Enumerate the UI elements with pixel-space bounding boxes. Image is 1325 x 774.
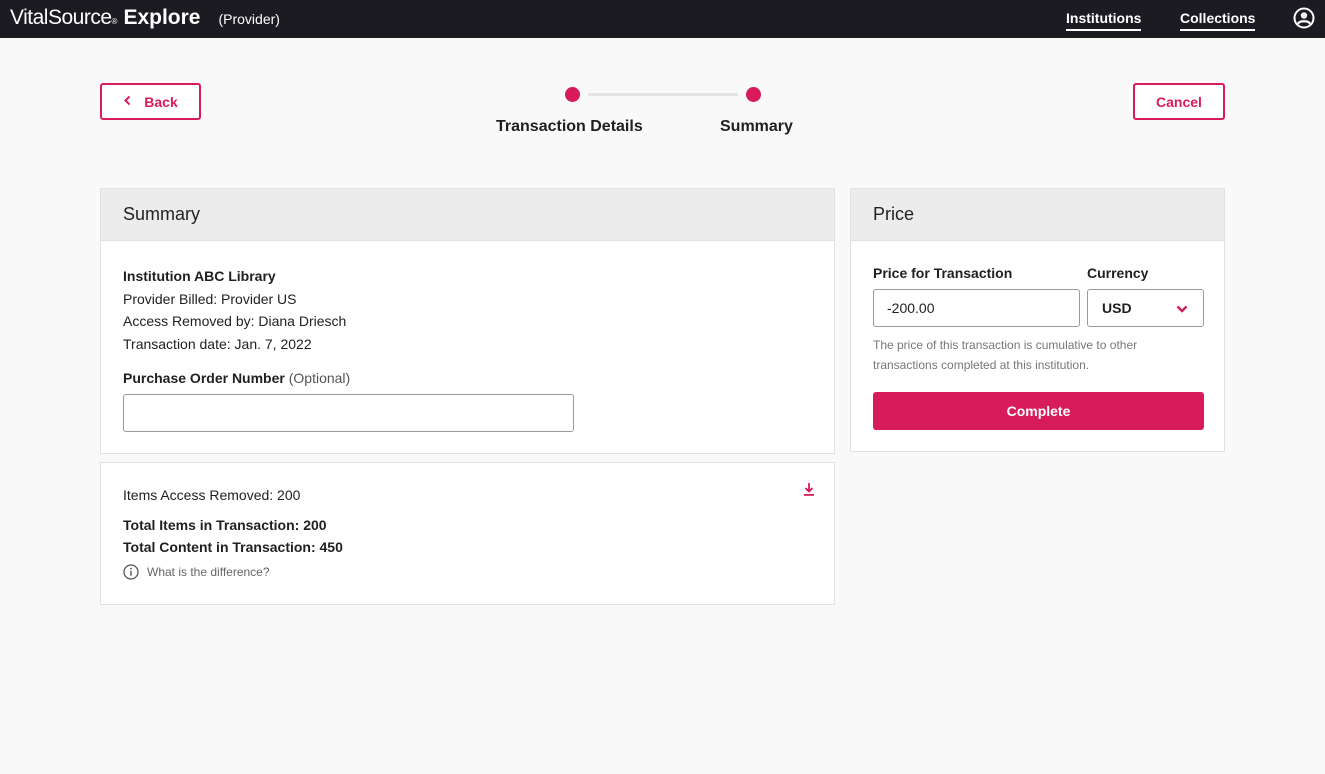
purchase-order-label-text: Purchase Order Number — [123, 370, 285, 386]
purchase-order-input[interactable] — [123, 394, 574, 432]
info-icon — [123, 564, 139, 580]
step-summary-label: Summary — [720, 118, 793, 135]
summary-card-title: Summary — [101, 189, 834, 241]
back-button[interactable]: Back — [100, 83, 201, 120]
cancel-button[interactable]: Cancel — [1133, 83, 1225, 120]
price-input[interactable] — [873, 289, 1080, 327]
price-for-transaction-label: Price for Transaction — [873, 265, 1013, 281]
what-is-the-difference-link[interactable]: What is the difference? — [123, 564, 270, 580]
nav-link-institutions[interactable]: Institutions — [1066, 10, 1142, 31]
complete-button[interactable]: Complete — [873, 392, 1204, 430]
difference-link-text: What is the difference? — [147, 565, 270, 579]
access-removed-by: Access Removed by: Diana Driesch — [123, 313, 347, 329]
download-icon[interactable] — [801, 481, 817, 497]
currency-label: Currency — [1087, 265, 1149, 281]
brand-vital-text: Vital — [10, 6, 48, 29]
provider-billed: Provider Billed: Provider US — [123, 290, 297, 307]
total-content-in-transaction: Total Content in Transaction: 450 — [123, 539, 343, 555]
user-circle-icon[interactable] — [1293, 7, 1315, 29]
nav-link-collections[interactable]: Collections — [1180, 10, 1256, 31]
price-cumulative-note: The price of this transaction is cumulat… — [873, 338, 1138, 372]
institution-name: Institution ABC Library — [123, 268, 276, 284]
step-transaction-details-label: Transaction Details — [496, 118, 643, 135]
complete-button-label: Complete — [1006, 403, 1071, 419]
step-transaction-details-indicator — [565, 87, 580, 102]
stepper-connector — [588, 93, 738, 96]
chevron-down-icon — [1176, 305, 1188, 313]
purchase-order-optional: (Optional) — [288, 370, 351, 386]
purchase-order-label: Purchase Order Number (Optional) — [123, 370, 350, 386]
step-summary-indicator — [746, 87, 761, 102]
currency-selected-value: USD — [1102, 300, 1132, 316]
chevron-left-icon — [123, 95, 132, 109]
summary-details: Institution ABC Library Provider Billed:… — [123, 265, 346, 355]
top-navigation-bar: Vital Source ® Explore (Provider) Institut… — [0, 0, 1325, 38]
items-card: Items Access Removed: 200 Total Items in… — [100, 462, 835, 605]
items-access-removed: Items Access Removed: 200 — [123, 487, 301, 503]
currency-select[interactable]: USD — [1087, 289, 1204, 327]
brand-explore-text: Explore — [123, 6, 201, 29]
price-card: Price Price for Transaction Currency USD… — [850, 188, 1225, 452]
brand-source-text: Source — [47, 6, 112, 29]
brand-role-label: (Provider) — [218, 11, 280, 27]
brand-registered-mark: ® — [111, 17, 118, 26]
total-items-in-transaction: Total Items in Transaction: 200 — [123, 517, 327, 533]
vitalsource-explore-logo[interactable]: Vital Source ® Explore (Provider) — [10, 6, 280, 32]
cancel-button-label: Cancel — [1156, 93, 1202, 110]
back-button-label: Back — [144, 93, 178, 110]
price-card-title: Price — [851, 189, 1224, 241]
summary-card: Summary Institution ABC Library Provider… — [100, 188, 835, 454]
transaction-date: Transaction date: Jan. 7, 2022 — [123, 335, 312, 352]
